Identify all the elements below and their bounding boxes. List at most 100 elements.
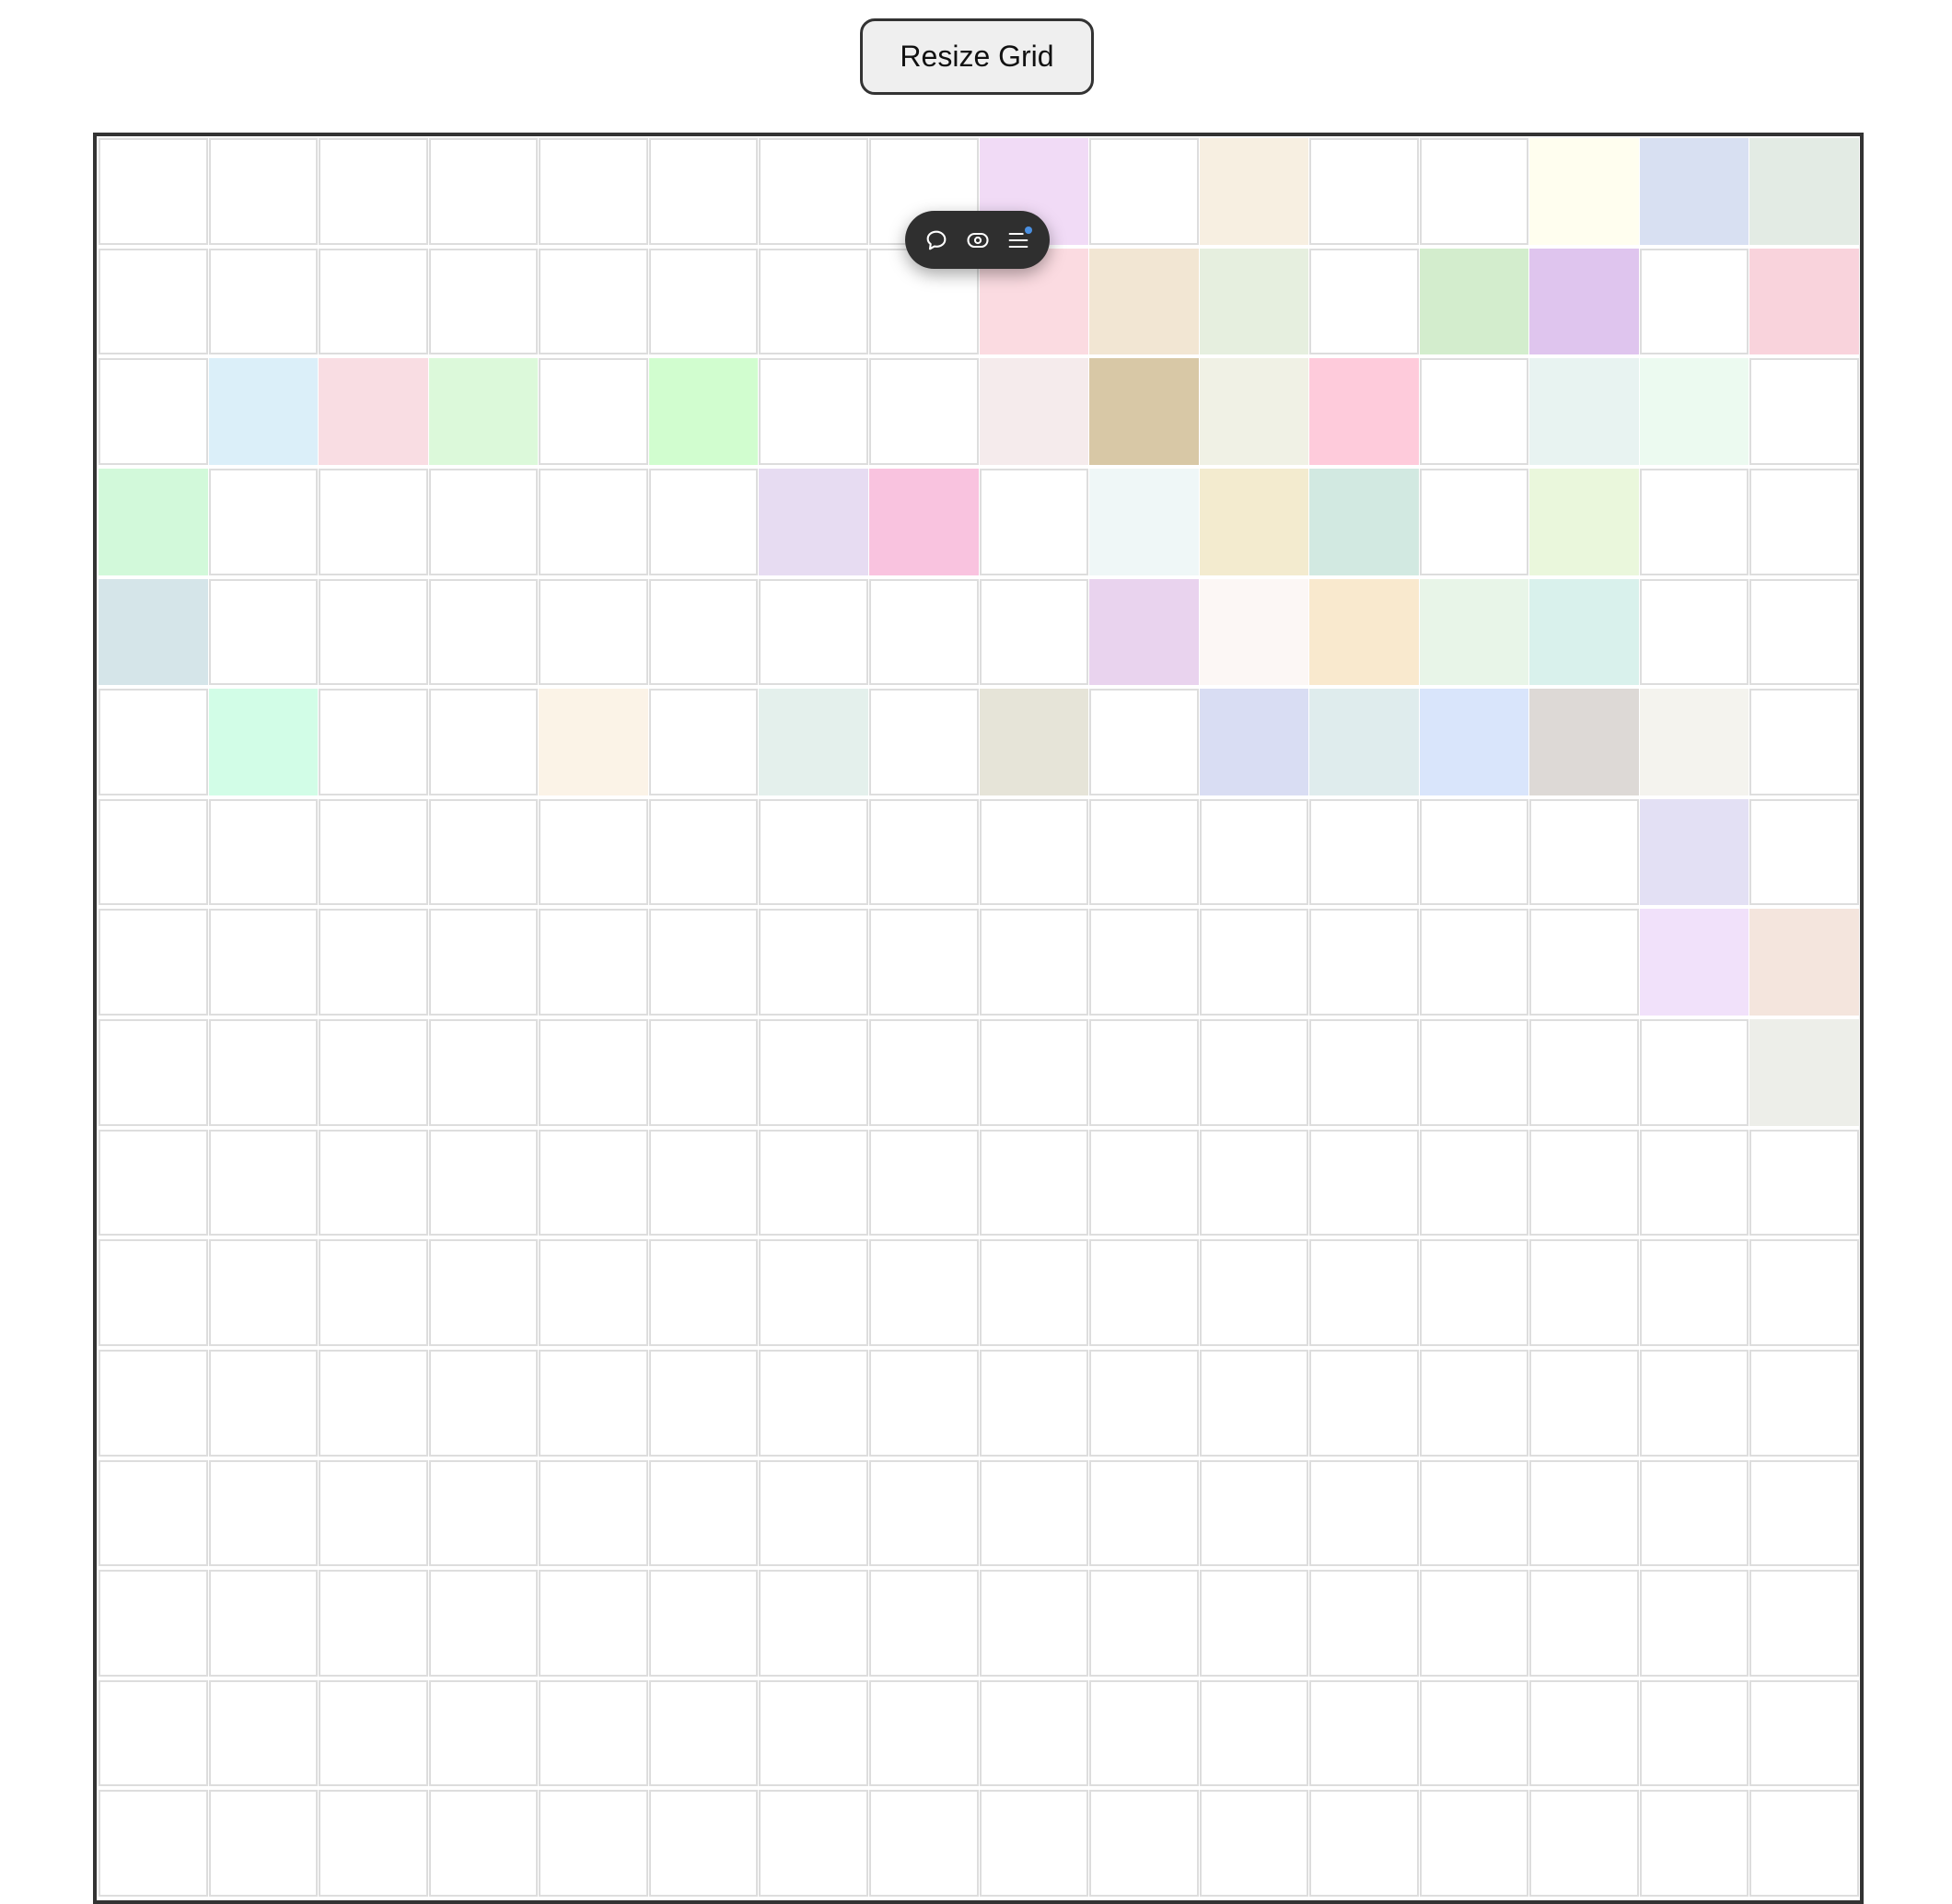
grid-cell[interactable]: [1639, 248, 1749, 355]
grid-cell[interactable]: [1089, 1129, 1199, 1236]
grid-cell[interactable]: [1089, 468, 1199, 575]
grid-cell[interactable]: [979, 1129, 1089, 1236]
grid-cell[interactable]: [208, 138, 319, 245]
grid-cell[interactable]: [1639, 1570, 1749, 1677]
grid-cell[interactable]: [648, 1129, 759, 1236]
grid-cell[interactable]: [1309, 1790, 1419, 1897]
grid-cell[interactable]: [428, 689, 539, 795]
grid-cell[interactable]: [979, 1349, 1089, 1457]
grid-cell[interactable]: [428, 578, 539, 686]
grid-cell[interactable]: [1419, 1129, 1529, 1236]
grid-cell[interactable]: [1529, 468, 1639, 575]
grid-cell[interactable]: [208, 798, 319, 906]
grid-cell[interactable]: [1639, 1459, 1749, 1567]
grid-cell[interactable]: [319, 1679, 428, 1787]
grid-cell[interactable]: [648, 689, 759, 795]
grid-cell[interactable]: [208, 468, 319, 575]
grid-cell[interactable]: [428, 1790, 539, 1897]
grid-cell[interactable]: [208, 1679, 319, 1787]
grid-cell[interactable]: [1639, 1349, 1749, 1457]
grid-cell[interactable]: [208, 1239, 319, 1346]
grid-cell[interactable]: [319, 1790, 428, 1897]
grid-cell[interactable]: [428, 1679, 539, 1787]
grid-cell[interactable]: [979, 909, 1089, 1016]
grid-cell[interactable]: [1199, 468, 1309, 575]
grid-cell[interactable]: [1309, 1349, 1419, 1457]
grid-cell[interactable]: [1419, 1679, 1529, 1787]
grid-cell[interactable]: [1419, 1459, 1529, 1567]
grid-cell[interactable]: [1749, 1129, 1859, 1236]
grid-cell[interactable]: [1199, 1459, 1309, 1567]
grid-cell[interactable]: [99, 358, 208, 465]
grid-cell[interactable]: [208, 1349, 319, 1457]
grid-cell[interactable]: [539, 578, 648, 686]
grid-cell[interactable]: [979, 1570, 1089, 1677]
grid-cell[interactable]: [539, 1239, 648, 1346]
grid-cell[interactable]: [319, 689, 428, 795]
grid-cell[interactable]: [759, 1790, 868, 1897]
grid-cell[interactable]: [428, 358, 539, 465]
grid-cell[interactable]: [979, 468, 1089, 575]
grid-cell[interactable]: [1089, 1239, 1199, 1346]
grid-cell[interactable]: [1749, 1349, 1859, 1457]
grid-cell[interactable]: [208, 1570, 319, 1677]
grid-cell[interactable]: [1419, 1019, 1529, 1126]
grid-cell[interactable]: [648, 248, 759, 355]
grid-cell[interactable]: [1309, 909, 1419, 1016]
grid-cell[interactable]: [1309, 358, 1419, 465]
grid-cell[interactable]: [1089, 1349, 1199, 1457]
grid-cell[interactable]: [979, 689, 1089, 795]
resize-grid-button[interactable]: Resize Grid: [860, 18, 1094, 95]
grid-cell[interactable]: [428, 468, 539, 575]
grid-cell[interactable]: [1419, 689, 1529, 795]
grid-cell[interactable]: [1199, 1349, 1309, 1457]
grid-cell[interactable]: [428, 1570, 539, 1677]
grid-cell[interactable]: [1089, 1790, 1199, 1897]
grid-cell[interactable]: [1309, 1459, 1419, 1567]
grid-cell[interactable]: [979, 1239, 1089, 1346]
grid-cell[interactable]: [208, 909, 319, 1016]
grid-cell[interactable]: [868, 1019, 979, 1126]
grid-cell[interactable]: [319, 1459, 428, 1567]
grid-cell[interactable]: [979, 798, 1089, 906]
grid-cell[interactable]: [1089, 1019, 1199, 1126]
grid-cell[interactable]: [539, 138, 648, 245]
grid-cell[interactable]: [1089, 909, 1199, 1016]
grid-cell[interactable]: [759, 689, 868, 795]
grid-cell[interactable]: [1199, 1679, 1309, 1787]
grid-cell[interactable]: [759, 1679, 868, 1787]
grid-cell[interactable]: [1419, 468, 1529, 575]
grid-cell[interactable]: [1309, 798, 1419, 906]
grid-cell[interactable]: [1749, 1570, 1859, 1677]
grid-cell[interactable]: [648, 1019, 759, 1126]
grid-cell[interactable]: [1529, 1459, 1639, 1567]
grid-cell[interactable]: [759, 1239, 868, 1346]
grid-cell[interactable]: [759, 1570, 868, 1677]
grid-cell[interactable]: [208, 1129, 319, 1236]
grid-cell[interactable]: [99, 468, 208, 575]
grid-cell[interactable]: [1529, 578, 1639, 686]
grid-cell[interactable]: [1529, 1019, 1639, 1126]
grid-cell[interactable]: [759, 1349, 868, 1457]
grid-cell[interactable]: [208, 1790, 319, 1897]
grid-cell[interactable]: [99, 1679, 208, 1787]
grid-cell[interactable]: [759, 798, 868, 906]
grid-cell[interactable]: [1639, 358, 1749, 465]
grid-cell[interactable]: [319, 248, 428, 355]
grid-cell[interactable]: [539, 1790, 648, 1897]
grid-cell[interactable]: [428, 248, 539, 355]
grid-cell[interactable]: [868, 578, 979, 686]
grid-cell[interactable]: [1529, 1349, 1639, 1457]
grid-cell[interactable]: [648, 1349, 759, 1457]
grid-cell[interactable]: [759, 1459, 868, 1567]
grid-cell[interactable]: [428, 1019, 539, 1126]
grid-cell[interactable]: [99, 1349, 208, 1457]
grid-cell[interactable]: [1199, 1019, 1309, 1126]
grid-cell[interactable]: [979, 1019, 1089, 1126]
grid-cell[interactable]: [648, 468, 759, 575]
grid-cell[interactable]: [1419, 1239, 1529, 1346]
grid-cell[interactable]: [428, 1459, 539, 1567]
comment-button[interactable]: [919, 223, 954, 258]
grid-cell[interactable]: [208, 248, 319, 355]
grid-cell[interactable]: [1419, 1349, 1529, 1457]
